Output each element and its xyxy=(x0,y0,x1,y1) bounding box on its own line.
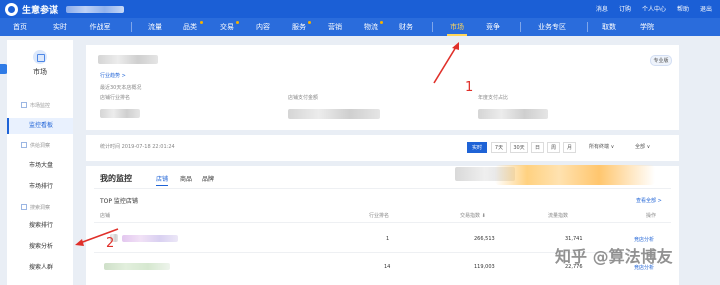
annotation-arrow-1 xyxy=(433,46,457,84)
annotation-arrow-2 xyxy=(79,228,119,244)
arrow-head-icon xyxy=(452,42,459,50)
arrow-head-icon xyxy=(75,239,84,246)
watermark: 知乎 @算法博友 xyxy=(555,247,673,266)
